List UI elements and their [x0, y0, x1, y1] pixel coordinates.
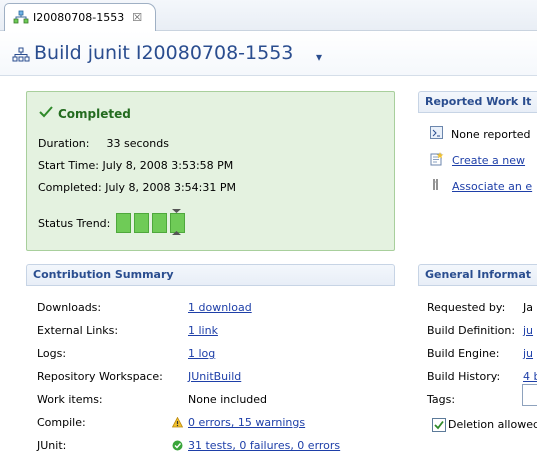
- requested-by-label: Requested by:: [427, 301, 506, 314]
- section-title: General Informat: [425, 268, 532, 281]
- status-heading: Completed: [58, 106, 131, 121]
- reported-work-items-header[interactable]: Reported Work It: [418, 91, 537, 113]
- external-links-label: External Links:: [37, 324, 119, 337]
- work-item-icon: [430, 126, 443, 142]
- contribution-summary-header[interactable]: Contribution Summary: [26, 264, 395, 286]
- status-trend-bars: [116, 209, 188, 235]
- trend-bar[interactable]: [134, 213, 150, 233]
- junit-label: JUnit:: [37, 439, 67, 452]
- build-engine-link[interactable]: ju: [523, 347, 533, 360]
- none-reported-row: None reported: [430, 126, 531, 142]
- work-items-label: Work items:: [37, 393, 103, 406]
- downloads-link[interactable]: 1 download: [188, 301, 252, 314]
- logs-label: Logs:: [37, 347, 67, 360]
- build-icon: [13, 10, 29, 26]
- build-definition-label: Build Definition:: [427, 324, 516, 337]
- trend-bar[interactable]: [152, 213, 168, 233]
- status-trend-label: Status Trend:: [38, 216, 111, 230]
- checkmark-icon: [39, 106, 53, 121]
- build-engine-label: Build Engine:: [427, 347, 500, 360]
- compile-link[interactable]: 0 errors, 15 warnings: [188, 416, 305, 429]
- link-icon: [430, 178, 444, 195]
- deletion-allowed-checkbox[interactable]: [432, 418, 446, 432]
- logs-link[interactable]: 1 log: [188, 347, 215, 360]
- new-item-icon: [430, 152, 444, 169]
- editor-tab[interactable]: I20080708-1553 ☒: [4, 3, 156, 31]
- editor-header: Build junit I20080708-1553 ▾: [0, 31, 537, 76]
- compile-label: Compile:: [37, 416, 86, 429]
- build-history-link[interactable]: 4 b: [523, 370, 537, 383]
- warning-icon: [171, 416, 184, 431]
- page-title: Build junit I20080708-1553: [34, 42, 294, 64]
- completed-value: July 8, 2008 3:54:31 PM: [105, 181, 236, 194]
- completed-label: Completed:: [38, 181, 102, 194]
- duration-value: 33 seconds: [106, 137, 169, 150]
- downloads-label: Downloads:: [37, 301, 102, 314]
- associate-work-item-row[interactable]: Associate an e: [430, 178, 532, 195]
- external-links-link[interactable]: 1 link: [188, 324, 218, 337]
- editor-tab-bar: I20080708-1553 ☒: [0, 0, 537, 31]
- create-work-item-row[interactable]: Create a new: [430, 152, 525, 169]
- tags-input[interactable]: [522, 384, 537, 406]
- duration-label: Duration:: [38, 137, 90, 150]
- build-definition-link[interactable]: ju: [523, 324, 533, 337]
- section-title: Contribution Summary: [33, 268, 174, 281]
- chevron-down-icon[interactable]: ▾: [316, 50, 322, 64]
- build-icon: [12, 47, 30, 66]
- trend-bar-current[interactable]: [170, 209, 186, 235]
- tab-label: I20080708-1553: [33, 11, 125, 24]
- none-reported-text: None reported: [451, 127, 531, 141]
- create-work-item-link[interactable]: Create a new: [452, 154, 525, 167]
- requested-by-value: Ja: [523, 301, 533, 314]
- start-time-label: Start Time:: [38, 159, 99, 172]
- close-icon[interactable]: ☒: [132, 11, 142, 24]
- repository-workspace-link[interactable]: JUnitBuild: [188, 370, 241, 383]
- general-information-header[interactable]: General Informat: [418, 264, 537, 286]
- tags-label: Tags:: [427, 393, 456, 406]
- section-title: Reported Work It: [425, 95, 532, 108]
- start-time-value: July 8, 2008 3:53:58 PM: [102, 159, 234, 172]
- work-items-value: None included: [188, 393, 268, 406]
- trend-bar[interactable]: [116, 213, 132, 233]
- deletion-allowed-label: Deletion allowed: [448, 418, 537, 431]
- build-history-label: Build History:: [427, 370, 501, 383]
- success-icon: [172, 440, 183, 454]
- build-status-panel: Completed Duration: 33 seconds Start Tim…: [26, 91, 395, 251]
- associate-work-item-link[interactable]: Associate an e: [452, 180, 532, 193]
- repository-workspace-label: Repository Workspace:: [37, 370, 163, 383]
- junit-link[interactable]: 31 tests, 0 failures, 0 errors: [188, 439, 340, 452]
